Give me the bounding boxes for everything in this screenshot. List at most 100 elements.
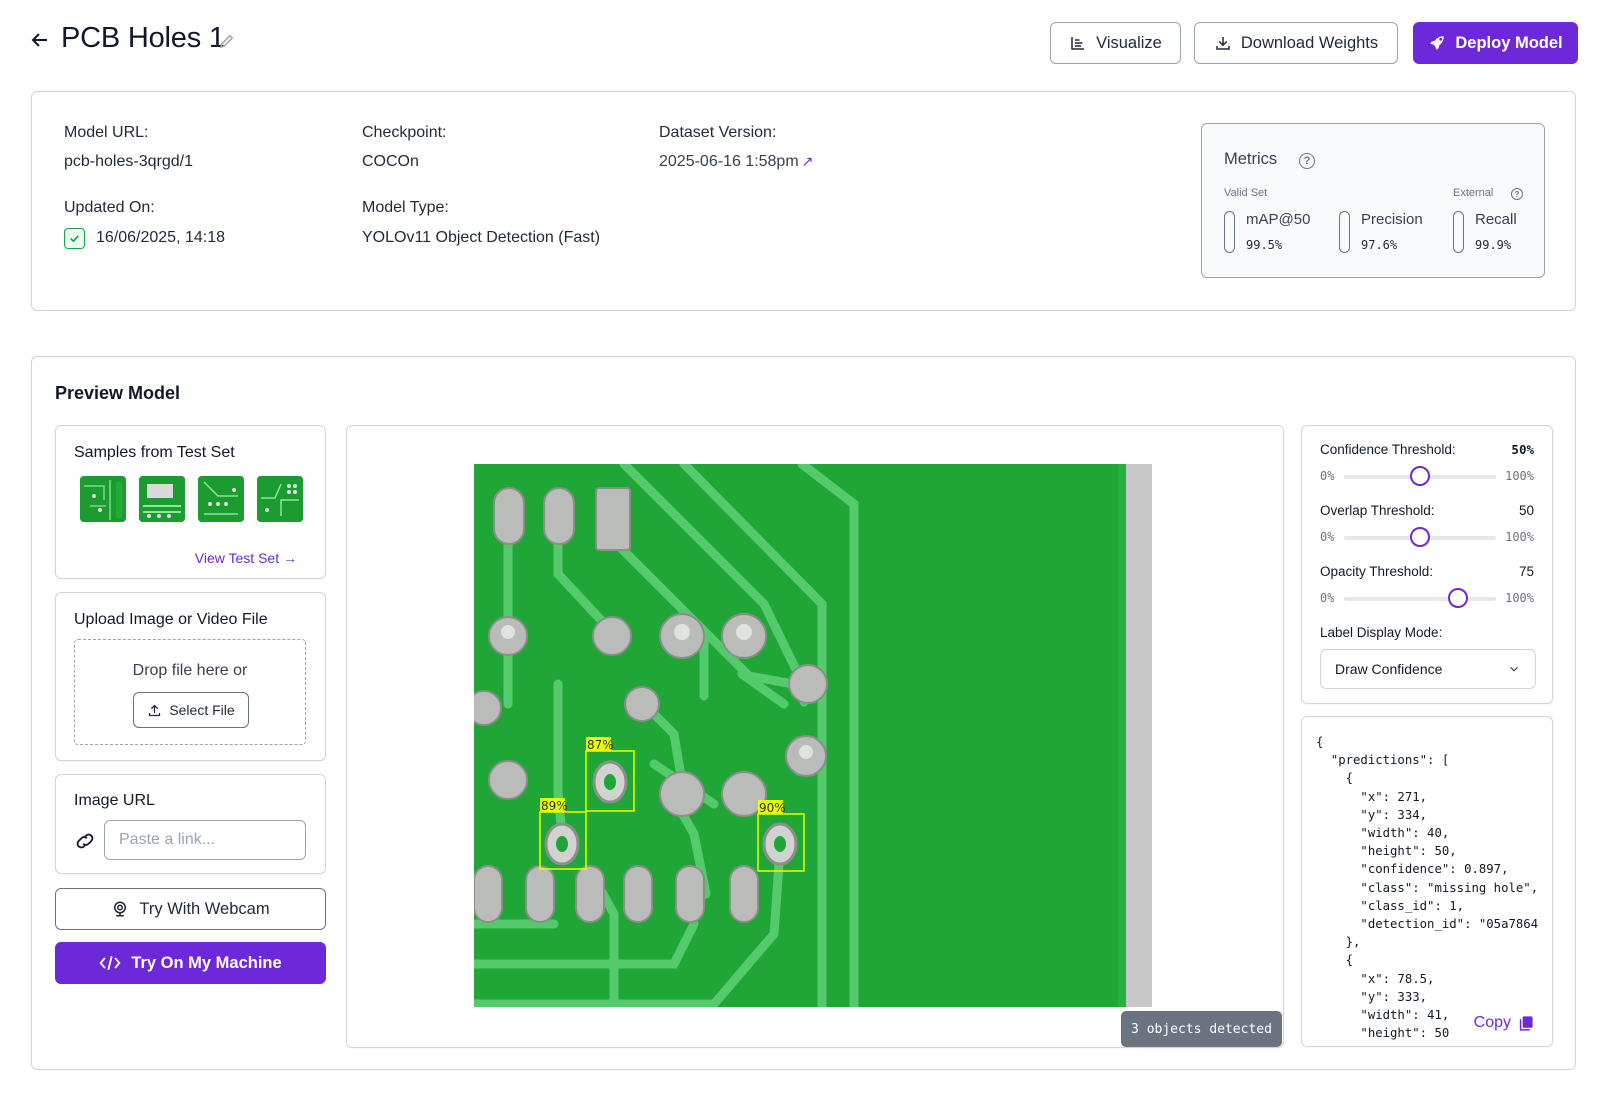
external-label: External (1453, 187, 1494, 199)
updated-on-value: 16/06/2025, 14:18 (96, 229, 226, 246)
upload-panel: Upload Image or Video File Drop file her… (55, 592, 326, 761)
try-webcam-label: Try With Webcam (139, 899, 270, 918)
slider-handle[interactable] (1410, 527, 1430, 547)
metric-value: 99.5% (1246, 238, 1283, 252)
help-icon[interactable]: ? (1299, 153, 1315, 169)
slider-min: 0% (1320, 591, 1335, 605)
image-url-input[interactable]: Paste a link... (104, 820, 306, 860)
try-on-machine-label: Try On My Machine (131, 953, 282, 972)
model-type-label: Model Type: (362, 199, 449, 216)
upload-icon (149, 704, 161, 716)
rocket-icon (1430, 36, 1445, 50)
objects-detected-badge: 3 objects detected (1121, 1011, 1282, 1047)
preview-model-title: Preview Model (55, 383, 181, 403)
detection-label: 90% (759, 801, 786, 815)
try-on-machine-button[interactable]: Try On My Machine (55, 942, 326, 984)
back-arrow-icon[interactable] (28, 28, 52, 52)
overlap-slider[interactable] (1344, 527, 1496, 547)
samples-panel: Samples from Test Set View Test Set → (55, 425, 326, 579)
download-weights-button[interactable]: Download Weights (1194, 22, 1398, 64)
metric-name: Recall (1475, 211, 1517, 228)
checkpoint-value: COCOn (362, 153, 419, 170)
confidence-threshold-label: Confidence Threshold: (1320, 442, 1456, 457)
metric-value: 97.6% (1361, 238, 1398, 252)
metric-pill-icon (1224, 211, 1235, 253)
pcb-inference-image: 87% 89% 90% (474, 464, 1152, 1007)
visualize-button[interactable]: Visualize (1050, 22, 1181, 64)
file-drop-zone[interactable]: Drop file here or Select File (74, 639, 306, 745)
arrow-right-icon: → (283, 550, 297, 566)
model-url-value: pcb-holes-3qrgd/1 (64, 153, 193, 170)
visualize-label: Visualize (1096, 33, 1162, 52)
label-display-mode-value: Draw Confidence (1335, 661, 1443, 677)
metric-value: 99.9% (1475, 238, 1512, 252)
chevron-down-icon (1510, 666, 1518, 672)
image-url-title: Image URL (74, 792, 155, 809)
sample-thumbnail[interactable] (80, 476, 126, 522)
model-type-value: YOLOv11 Object Detection (Fast) (362, 229, 601, 246)
slider-handle[interactable] (1410, 466, 1430, 486)
view-test-set-label: View Test Set (194, 550, 280, 566)
json-output-text: { "predictions": [ { "x": 271, "y": 334,… (1316, 735, 1539, 1041)
dataset-version-link[interactable]: 2025-06-16 1:58pm ↗ (659, 153, 813, 171)
chart-icon (1071, 37, 1085, 50)
sample-thumbnail[interactable] (198, 476, 244, 522)
webcam-icon (114, 901, 127, 917)
copy-label: Copy (1473, 1014, 1511, 1031)
updated-on-label: Updated On: (64, 199, 155, 216)
download-label: Download Weights (1240, 33, 1379, 52)
edit-pencil-icon[interactable] (218, 32, 236, 50)
label-display-mode-label: Label Display Mode: (1320, 625, 1443, 640)
slider-max: 100% (1505, 591, 1534, 605)
page-title: PCB Holes 1 (61, 22, 225, 54)
dataset-version-value: 2025-06-16 1:58pm (659, 153, 799, 170)
copy-icon (1519, 1015, 1533, 1031)
slider-min: 0% (1320, 469, 1335, 483)
checkpoint-label: Checkpoint: (362, 124, 447, 141)
drop-text: Drop file here or (132, 662, 248, 679)
sample-thumbnail[interactable] (257, 476, 303, 522)
json-output-panel: { "predictions": [ { "x": 271, "y": 334,… (1301, 716, 1553, 1047)
sample-thumbnail[interactable] (139, 476, 185, 522)
overlap-threshold-value: 50 (1518, 503, 1534, 518)
model-url-label: Model URL: (64, 124, 149, 141)
metrics-title: Metrics (1224, 150, 1278, 168)
detection-label: 89% (541, 799, 568, 813)
checkmark-icon (64, 228, 85, 249)
select-file-button[interactable]: Select File (133, 692, 249, 728)
deploy-label: Deploy Model (1455, 33, 1563, 52)
link-icon (76, 833, 94, 849)
deploy-model-button[interactable]: Deploy Model (1413, 22, 1578, 64)
external-link-icon: ↗ (801, 153, 814, 169)
opacity-threshold-label: Opacity Threshold: (1320, 564, 1434, 579)
slider-min: 0% (1320, 530, 1335, 544)
label-display-mode-select[interactable]: Draw Confidence (1320, 649, 1536, 689)
dataset-version-label: Dataset Version: (659, 124, 777, 141)
metrics-box: Metrics ? Valid Set External ? mAP@50 99… (1201, 123, 1545, 278)
metric-pill-icon (1453, 211, 1464, 253)
external-help-icon[interactable]: ? (1511, 188, 1523, 200)
threshold-controls-panel: Confidence Threshold: 50% 0% 100% Overla… (1301, 425, 1553, 704)
samples-title: Samples from Test Set (74, 444, 235, 461)
image-url-panel: Image URL Paste a link... (55, 774, 326, 874)
page-header: PCB Holes 1 Visualize Download Weights D… (0, 0, 1605, 84)
upload-title: Upload Image or Video File (74, 611, 268, 628)
detection-label: 87% (587, 738, 614, 752)
valid-set-label: Valid Set (1224, 187, 1268, 199)
slider-handle[interactable] (1448, 588, 1468, 608)
slider-max: 100% (1505, 469, 1534, 483)
opacity-slider[interactable] (1344, 588, 1496, 608)
metric-name: Precision (1361, 211, 1423, 228)
view-test-set-link[interactable]: View Test Set → (195, 550, 297, 566)
download-icon (1216, 37, 1230, 50)
overlap-threshold-label: Overlap Threshold: (1320, 503, 1435, 518)
confidence-slider[interactable] (1344, 466, 1496, 486)
slider-max: 100% (1505, 530, 1534, 544)
metric-name: mAP@50 (1246, 211, 1311, 228)
confidence-threshold-value: 50% (1511, 442, 1534, 457)
opacity-threshold-value: 75 (1518, 564, 1534, 579)
try-webcam-button[interactable]: Try With Webcam (55, 888, 326, 930)
select-file-label: Select File (169, 702, 235, 718)
metric-pill-icon (1339, 211, 1350, 253)
copy-button[interactable]: Copy (1465, 1014, 1534, 1032)
